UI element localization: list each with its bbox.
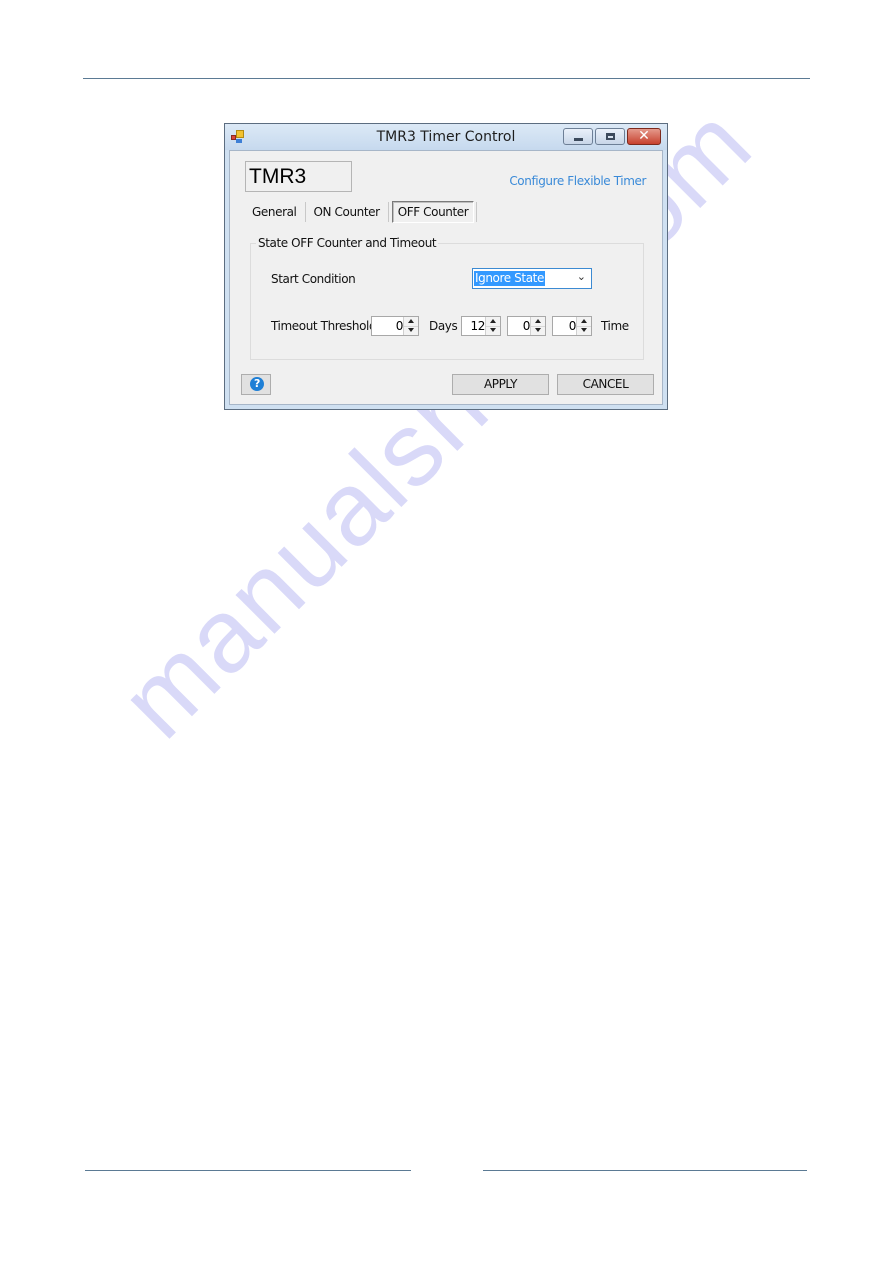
start-condition-select[interactable]: Ignore State ⌄ [472,268,592,289]
chevron-down-icon: ⌄ [576,271,586,283]
tab-off-counter[interactable]: OFF Counter [391,201,475,223]
timeout-threshold-label: Timeout Threshold [271,319,377,333]
tab-separator [387,202,389,222]
footer-rule-right [483,1170,807,1171]
configure-flexible-timer-link[interactable]: Configure Flexible Timer [509,174,646,188]
title-bar[interactable]: TMR3 Timer Control ✕ [225,124,667,150]
minutes-value: 0 [522,319,531,333]
state-off-counter-group: State OFF Counter and Timeout Start Cond… [250,236,644,360]
seconds-value: 0 [568,319,577,333]
days-value: 0 [395,319,404,333]
tab-general[interactable]: General [244,201,305,223]
tab-separator [476,202,478,222]
seconds-stepper[interactable]: 0 [552,316,592,336]
days-stepper[interactable]: 0 [371,316,419,336]
tab-on-counter[interactable]: ON Counter [306,201,388,223]
minimize-button[interactable] [563,128,593,145]
close-icon: ✕ [638,128,650,144]
time-label: Time [601,319,629,333]
footer-rule-left [85,1170,411,1171]
maximize-button[interactable] [595,128,625,145]
tab-strip: General ON Counter OFF Counter [244,201,478,223]
cancel-button[interactable]: CANCEL [557,374,654,395]
seconds-down-arrow-icon[interactable] [577,326,591,335]
hours-value: 12 [470,319,486,333]
help-icon: ? [250,377,264,391]
close-button[interactable]: ✕ [627,128,661,145]
minutes-stepper[interactable]: 0 [507,316,546,336]
timer-control-window: TMR3 Timer Control ✕ TMR3 Configure Flex… [224,123,668,410]
timer-name-display: TMR3 [245,161,352,192]
help-button[interactable]: ? [241,374,271,395]
group-title: State OFF Counter and Timeout [256,236,439,250]
start-condition-value: Ignore State [474,271,545,286]
hours-down-arrow-icon[interactable] [486,326,500,335]
minimize-icon [574,138,583,141]
apply-button[interactable]: APPLY [452,374,549,395]
days-label: Days [429,319,458,333]
maximize-icon [606,133,615,140]
minutes-down-arrow-icon[interactable] [531,326,545,335]
hours-stepper[interactable]: 12 [461,316,501,336]
days-down-arrow-icon[interactable] [404,326,418,335]
header-rule [83,78,810,79]
start-condition-label: Start Condition [271,272,356,286]
dialog-client-area: TMR3 Configure Flexible Timer General ON… [229,150,663,405]
